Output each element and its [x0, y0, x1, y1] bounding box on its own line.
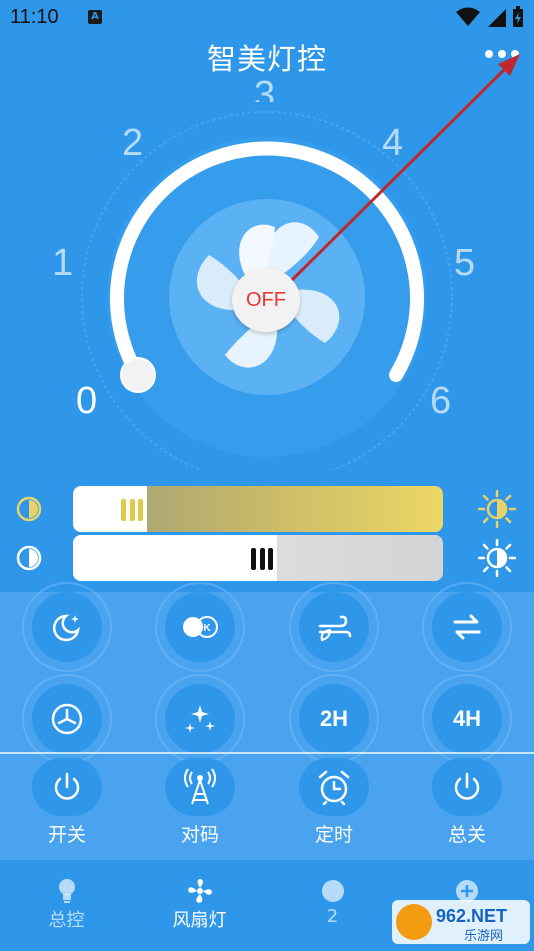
- switch-action[interactable]: 开关: [17, 758, 117, 847]
- more-dot-icon: [511, 50, 519, 58]
- more-dot-icon: [498, 50, 506, 58]
- scene-button[interactable]: [155, 674, 245, 764]
- dial-level-5[interactable]: 5: [454, 242, 475, 285]
- color-k-button[interactable]: K: [155, 582, 245, 672]
- reverse-button[interactable]: [422, 582, 512, 672]
- nav-device-2-label: 2: [326, 906, 339, 927]
- signal-tower-icon: [184, 768, 216, 805]
- sun-warm-icon: [478, 490, 516, 528]
- pair-action[interactable]: 对码: [150, 758, 250, 847]
- svg-text:乐游网: 乐游网: [464, 929, 503, 944]
- half-moon-icon: [16, 545, 42, 571]
- natural-wind-button[interactable]: [289, 582, 379, 672]
- dial-level-0[interactable]: 0: [76, 380, 97, 423]
- sleep-mode-button[interactable]: [22, 582, 112, 672]
- status-bar: 11:10 A: [0, 0, 534, 36]
- toggle-k-icon: K: [183, 616, 218, 638]
- nav-device-2[interactable]: 2: [266, 860, 399, 951]
- sun-bright-icon: [478, 539, 516, 577]
- half-moon-icon: [16, 496, 42, 522]
- status-icons: [456, 6, 524, 28]
- color-temp-slider-row: [0, 486, 534, 534]
- dial-level-4[interactable]: 4: [382, 122, 403, 165]
- power-icon: [454, 772, 480, 800]
- reverse-arrows-icon: [453, 614, 481, 640]
- timer-action[interactable]: 定时: [284, 758, 384, 847]
- all-off-label: 总关: [447, 824, 486, 846]
- dial-knob: [120, 357, 156, 393]
- pair-label: 对码: [180, 824, 219, 846]
- dial-level-2[interactable]: 2: [122, 122, 143, 165]
- brightness-slider-row: [0, 535, 534, 583]
- sparkles-icon: [185, 705, 215, 733]
- nav-master-control-label: 总控: [48, 910, 85, 931]
- brightness-slider[interactable]: [73, 535, 443, 581]
- power-icon: [54, 772, 80, 800]
- nav-fan-light-label: 风扇灯: [172, 910, 227, 931]
- moon-star-icon: [52, 614, 80, 642]
- svg-text:962.NET: 962.NET: [436, 906, 507, 926]
- timer-4h-button[interactable]: 4H: [422, 674, 512, 764]
- timer-2h-icon: 2H: [299, 684, 369, 754]
- dial-level-1[interactable]: 1: [52, 242, 73, 285]
- cell-signal-icon: [488, 9, 506, 27]
- timer-label: 定时: [314, 824, 353, 846]
- bulb-icon: [58, 879, 75, 903]
- dial-level-6[interactable]: 6: [430, 380, 451, 423]
- svg-text:K: K: [203, 623, 211, 634]
- nav-fan-light[interactable]: 风扇灯: [133, 860, 266, 951]
- dial-level-3[interactable]: 3: [254, 74, 275, 102]
- site-watermark-logo: 962.NET 乐游网: [392, 900, 530, 944]
- timer-4h-icon: 4H: [432, 684, 502, 754]
- control-panel: K 2H 4H 开关 对码 定时 总关: [0, 582, 534, 860]
- wifi-icon: [456, 7, 480, 26]
- brightness-fill: [73, 535, 277, 581]
- more-options-button[interactable]: [482, 42, 522, 66]
- fan-icon: [187, 879, 212, 903]
- nav-master-control[interactable]: 总控: [0, 860, 133, 951]
- wind-leaf-icon: [318, 615, 352, 642]
- color-temp-slider[interactable]: [73, 486, 443, 532]
- notification-icon: A: [88, 10, 102, 24]
- circle-icon: [321, 880, 344, 902]
- page-title: 智美灯控: [206, 42, 327, 76]
- brightness-handle[interactable]: [251, 548, 273, 570]
- more-dot-icon: [485, 50, 493, 58]
- switch-label: 开关: [47, 824, 86, 846]
- fan-mode-button[interactable]: [22, 674, 112, 764]
- alarm-clock-icon: [318, 770, 350, 805]
- status-time: 11:10: [10, 6, 59, 28]
- panel-divider: [0, 752, 534, 754]
- color-temp-handle[interactable]: [121, 499, 143, 521]
- timer-2h-button[interactable]: 2H: [289, 674, 379, 764]
- fan-circle-icon: [51, 703, 83, 735]
- all-off-action[interactable]: 总关: [417, 758, 517, 847]
- power-off-button[interactable]: OFF: [232, 268, 300, 332]
- battery-icon: [513, 6, 523, 27]
